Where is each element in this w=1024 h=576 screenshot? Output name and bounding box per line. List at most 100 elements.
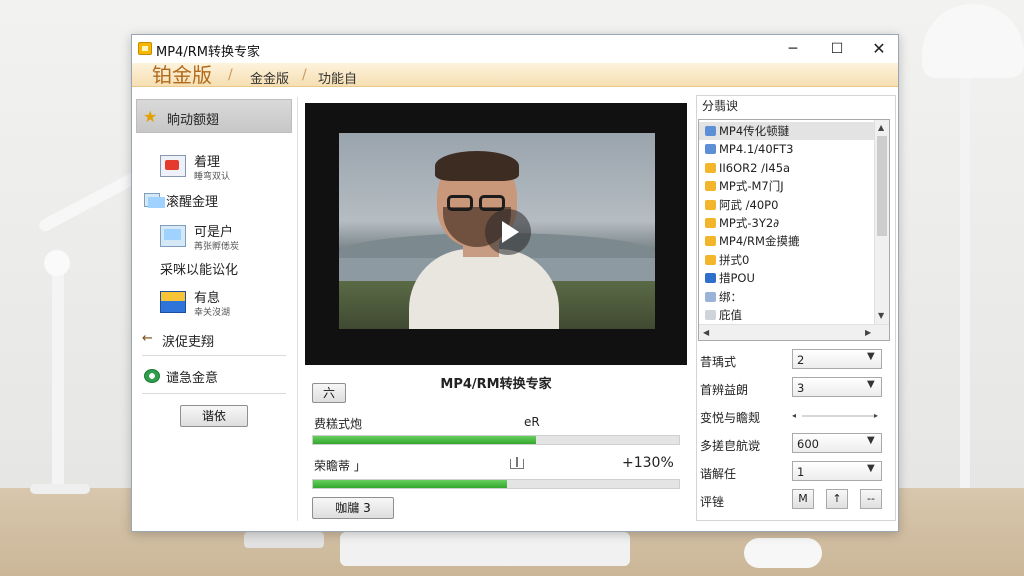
sidebar-item-sub: 幸关沒湖	[194, 308, 231, 318]
maximize-button[interactable]: ☐	[816, 35, 858, 63]
right-panel-title: 分翡谀	[700, 97, 741, 114]
list-item[interactable]: MP式-M7门J	[699, 177, 875, 195]
tool-button-3[interactable]: --	[860, 489, 882, 509]
list-item-label: II6OR2 /I45a	[719, 160, 791, 175]
format-list[interactable]: MP4传化顿翴 MP4.1/40FT3 II6OR2 /I45a MP式-M7门J 阿武…	[698, 119, 890, 341]
format-icon	[705, 181, 716, 192]
list-item[interactable]: MP4.1/40FT3	[699, 140, 875, 158]
scroll-right-icon[interactable]: ▶	[865, 327, 871, 339]
tool-button-1[interactable]: M	[792, 489, 814, 509]
small-action-button[interactable]: 六	[312, 383, 346, 403]
format-icon	[705, 236, 716, 247]
format-icon	[705, 218, 716, 228]
slider-left-icon[interactable]: ◂	[792, 410, 796, 422]
video-frame-image	[339, 133, 655, 329]
edition-separator: /	[302, 67, 307, 83]
close-button[interactable]: ✕	[858, 35, 900, 63]
sidebar-item-6[interactable]: ← 涙促吏翔	[136, 329, 292, 365]
sidebar-item-sub: 苒张孵僁炭	[194, 242, 240, 252]
list-horizontal-scrollbar[interactable]: ◀ ▶	[699, 324, 889, 340]
list-item[interactable]: 绑：	[699, 288, 875, 306]
format-icon	[705, 199, 716, 210]
scroll-up-icon[interactable]: ▲	[878, 122, 884, 134]
bottom-action-button[interactable]: 咖牖 3	[312, 497, 394, 519]
chevron-down-icon: ▼	[867, 463, 875, 474]
sidebar-item-label: 着理	[194, 155, 221, 170]
combo-value: 3	[797, 381, 805, 395]
edition-bar: 铂金版 / 金金版 / 功能自	[132, 63, 898, 87]
list-item-label: 措POU	[719, 271, 755, 286]
sidebar-top-item[interactable]: ★ 晌动额翅	[136, 99, 292, 133]
field-slider[interactable]: ◂ ▸	[792, 407, 882, 425]
minimize-button[interactable]: ─	[772, 35, 814, 63]
video-person-hair	[435, 151, 519, 181]
list-item[interactable]: MP式-3Y2∂	[699, 214, 875, 232]
field-combo-2[interactable]: 3 ▼	[792, 377, 882, 397]
format-icon	[705, 273, 716, 284]
sidebar-action-button[interactable]: 谐依	[180, 405, 248, 427]
sidebar-item-7[interactable]: 谴急金意	[136, 365, 292, 401]
sidebar-border	[297, 97, 298, 521]
play-icon[interactable]	[485, 209, 531, 255]
list-item[interactable]: MP4传化顿翴	[699, 122, 875, 140]
field-combo-4[interactable]: 600 ▼	[792, 433, 882, 453]
field-label-3: 变悦与瞻觌	[700, 411, 761, 425]
field-combo-5[interactable]: 1 ▼	[792, 461, 882, 481]
edition-tab-features[interactable]: 功能自	[318, 68, 357, 87]
field-button-group: M ↑ --	[792, 489, 882, 509]
green-circle-icon	[144, 369, 160, 383]
star-icon: ★	[143, 107, 158, 126]
keyboard	[340, 532, 630, 566]
list-item[interactable]: MP4/RM金摸摝	[699, 232, 875, 250]
sidebar-item-5[interactable]: 有息 幸关沒湖	[136, 285, 292, 321]
scroll-left-icon[interactable]: ◀	[703, 327, 709, 339]
field-label-4: 多搓皀航谠	[700, 439, 761, 453]
format-icon	[705, 291, 716, 302]
field-label-1: 昔瑀式	[700, 355, 737, 369]
list-item-label: MP式-3Y2∂	[719, 216, 780, 230]
progress-bar-1	[312, 435, 680, 445]
field-combo-1[interactable]: 2 ▼	[792, 349, 882, 369]
sidebar-item-sub: 睡弯双认	[194, 172, 231, 182]
scroll-down-icon[interactable]: ▼	[878, 310, 884, 322]
arrow-left-icon: ←	[142, 331, 153, 346]
slider-right-icon[interactable]: ▸	[874, 410, 878, 422]
scroll-thumb[interactable]	[877, 136, 887, 236]
desk-pad	[244, 532, 324, 548]
sidebar-divider	[142, 355, 286, 356]
sidebar-item-1[interactable]: 着理 睡弯双认	[136, 149, 292, 185]
list-vertical-scrollbar[interactable]: ▲ ▼	[874, 120, 889, 324]
tool-button-2[interactable]: ↑	[826, 489, 848, 509]
format-icon	[705, 162, 716, 173]
screen-small-icon	[144, 193, 165, 208]
slider-handle-icon[interactable]	[510, 457, 524, 469]
field-label-5: 谐解任	[700, 467, 737, 481]
sidebar-divider	[142, 393, 286, 394]
list-item[interactable]: 拼式0	[699, 251, 875, 269]
sidebar-item-3[interactable]: 可是户 苒张孵僁炭	[136, 219, 292, 255]
list-item[interactable]: II6OR2 /I45a	[699, 159, 875, 177]
list-item[interactable]: 措POU	[699, 269, 875, 287]
chevron-down-icon: ▼	[867, 435, 875, 446]
app-icon	[138, 42, 152, 55]
lamp-left-joint	[44, 250, 70, 276]
sidebar-item-label: 涙促吏翔	[162, 335, 215, 350]
progress-fill-2	[313, 480, 507, 488]
chevron-down-icon: ▼	[867, 379, 875, 390]
lamp-right-arm	[960, 70, 970, 490]
combo-value: 600	[797, 437, 819, 451]
field-label-6: 评锉	[700, 495, 725, 509]
combo-value: 2	[797, 353, 805, 367]
edition-main-tab[interactable]: 铂金版	[152, 63, 212, 87]
lamp-left-arm	[52, 250, 64, 490]
edition-tab-gold[interactable]: 金金版	[250, 68, 289, 87]
progress-bar-2	[312, 479, 680, 489]
combo-value: 1	[797, 465, 805, 479]
list-item[interactable]: 庇值	[699, 306, 875, 324]
sidebar-item-label: 滚醒金理	[166, 195, 219, 210]
video-preview[interactable]	[305, 103, 687, 365]
list-item[interactable]: 阿武 /40P0	[699, 196, 875, 214]
app-window: MP4/RM转换专家 ─ ☐ ✕ 铂金版 / 金金版 / 功能自 ★ 晌动额翅 …	[131, 34, 899, 532]
format-icon	[705, 254, 716, 265]
row2-label: 荣瞻蒂 」	[314, 459, 366, 473]
